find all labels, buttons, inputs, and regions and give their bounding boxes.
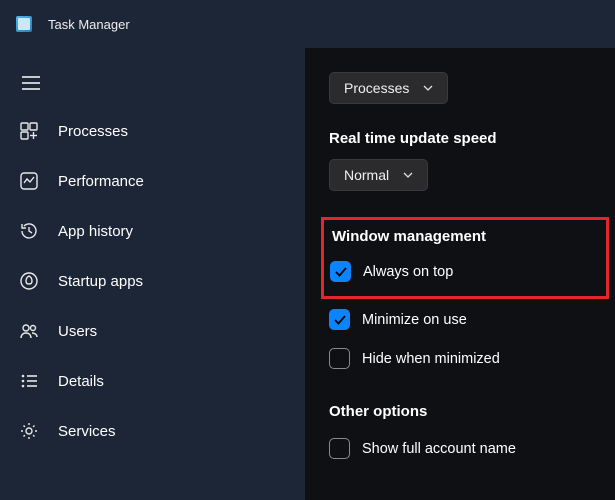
sidebar-item-label: Startup apps bbox=[58, 273, 143, 290]
checkbox-unchecked-icon bbox=[329, 348, 350, 369]
sidebar-item-performance[interactable]: Performance bbox=[0, 156, 305, 206]
sidebar-item-label: Users bbox=[58, 323, 97, 340]
services-icon bbox=[18, 420, 40, 442]
history-icon bbox=[18, 220, 40, 242]
checkbox-checked-icon bbox=[329, 309, 350, 330]
default-page-dropdown[interactable]: Processes bbox=[329, 72, 448, 104]
window-management-highlight: Window management Always on top bbox=[321, 217, 609, 299]
minimize-on-use-checkbox[interactable]: Minimize on use bbox=[329, 303, 599, 336]
nav-list: Processes Performance bbox=[0, 106, 305, 456]
checkbox-label: Show full account name bbox=[362, 441, 516, 457]
dropdown-value: Processes bbox=[344, 80, 409, 96]
checkbox-checked-icon bbox=[330, 261, 351, 282]
show-full-account-name-checkbox[interactable]: Show full account name bbox=[329, 432, 599, 465]
settings-panel: Processes Real time update speed Normal … bbox=[305, 48, 615, 500]
update-speed-section: Real time update speed Normal bbox=[329, 130, 599, 191]
section-title: Real time update speed bbox=[329, 130, 599, 147]
section-title: Window management bbox=[332, 228, 596, 245]
checkbox-label: Minimize on use bbox=[362, 312, 467, 328]
app-title: Task Manager bbox=[48, 17, 130, 32]
app-icon bbox=[16, 16, 32, 32]
sidebar: Processes Performance bbox=[0, 48, 305, 500]
startup-icon bbox=[18, 270, 40, 292]
sidebar-item-details[interactable]: Details bbox=[0, 356, 305, 406]
content: Processes Performance bbox=[0, 48, 615, 500]
sidebar-item-label: Services bbox=[58, 423, 116, 440]
details-icon bbox=[18, 370, 40, 392]
chevron-down-icon bbox=[423, 83, 433, 93]
sidebar-item-processes[interactable]: Processes bbox=[0, 106, 305, 156]
hamburger-icon bbox=[22, 76, 40, 90]
sidebar-item-label: App history bbox=[58, 223, 133, 240]
sidebar-item-startup-apps[interactable]: Startup apps bbox=[0, 256, 305, 306]
default-page-section: Processes bbox=[329, 72, 599, 104]
dropdown-value: Normal bbox=[344, 167, 389, 183]
performance-icon bbox=[18, 170, 40, 192]
other-options-section: Other options Show full account name bbox=[329, 403, 599, 465]
sidebar-item-app-history[interactable]: App history bbox=[0, 206, 305, 256]
update-speed-dropdown[interactable]: Normal bbox=[329, 159, 428, 191]
titlebar: Task Manager bbox=[0, 0, 615, 48]
hamburger-button[interactable] bbox=[0, 68, 305, 106]
sidebar-item-label: Details bbox=[58, 373, 104, 390]
users-icon bbox=[18, 320, 40, 342]
sidebar-item-services[interactable]: Services bbox=[0, 406, 305, 456]
checkbox-unchecked-icon bbox=[329, 438, 350, 459]
sidebar-item-users[interactable]: Users bbox=[0, 306, 305, 356]
always-on-top-checkbox[interactable]: Always on top bbox=[330, 255, 596, 288]
chevron-down-icon bbox=[403, 170, 413, 180]
hide-when-minimized-checkbox[interactable]: Hide when minimized bbox=[329, 342, 599, 375]
section-title: Other options bbox=[329, 403, 599, 420]
sidebar-item-label: Processes bbox=[58, 123, 128, 140]
checkbox-label: Always on top bbox=[363, 264, 453, 280]
checkbox-label: Hide when minimized bbox=[362, 351, 500, 367]
processes-icon bbox=[18, 120, 40, 142]
sidebar-item-label: Performance bbox=[58, 173, 144, 190]
